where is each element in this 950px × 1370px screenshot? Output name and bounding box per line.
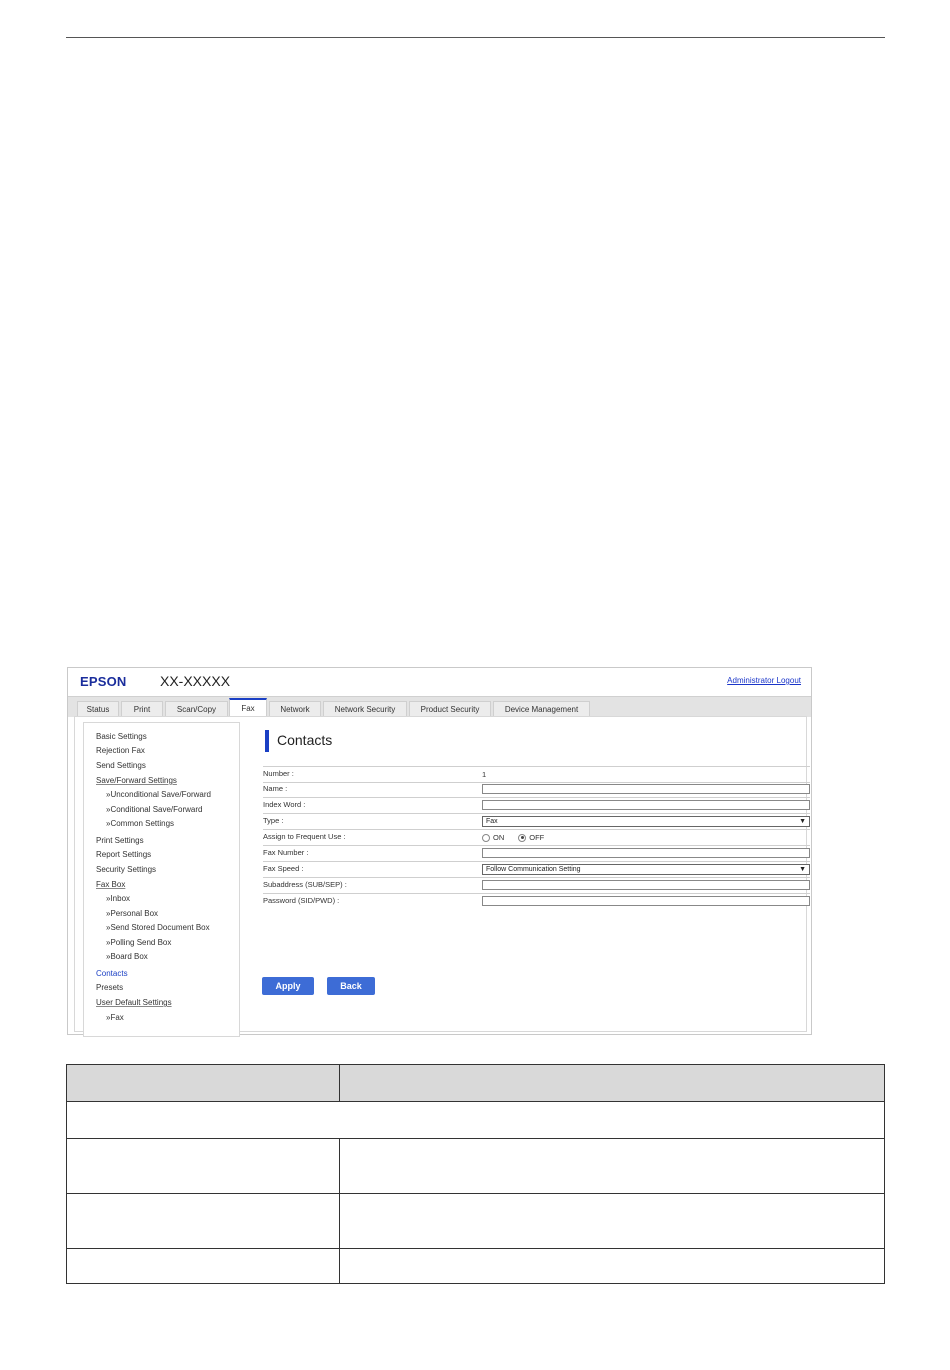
fax-speed-selected-value: Follow Communication Setting [486,866,581,873]
sidebar-item-conditional-save-forward[interactable]: »Conditional Save/Forward [106,805,203,814]
number-label: Number : [263,769,294,778]
tab-network[interactable]: Network [269,701,321,717]
table-header-row [66,1064,885,1102]
sidebar-item-inbox[interactable]: »Inbox [106,894,130,903]
sidebar-item-fax-default[interactable]: »Fax [106,1013,124,1022]
tab-bar: Status Print Scan/Copy Fax Network Netwo… [68,696,811,717]
row-index-word: Index Word : [263,798,810,814]
name-label: Name : [263,784,288,793]
app-header: EPSON XX-XXXXX Administrator Logout [68,668,811,696]
sidebar-item-presets[interactable]: Presets [96,983,123,992]
row-fax-speed: Fax Speed : Follow Communication Setting… [263,862,810,878]
web-config-screenshot: EPSON XX-XXXXX Administrator Logout Stat… [67,667,812,1037]
sidebar-item-security-settings[interactable]: Security Settings [96,865,156,874]
brand-logo: EPSON [80,674,127,689]
number-value: 1 [482,770,487,779]
sidebar-item-contacts[interactable]: Contacts [96,969,128,978]
sidebar-item-common-settings[interactable]: »Common Settings [106,819,174,828]
back-button[interactable]: Back [327,977,375,995]
sidebar-item-basic-settings[interactable]: Basic Settings [96,732,147,741]
table-cell [339,1138,885,1194]
table-cell [66,1193,340,1249]
sidebar: Basic Settings Rejection Fax Send Settin… [83,722,240,1037]
sidebar-heading-save-forward-settings: Save/Forward Settings [96,776,177,785]
frequent-on-radio[interactable] [482,833,490,842]
password-field[interactable] [482,896,810,906]
sidebar-heading-user-default-settings: User Default Settings [96,998,172,1007]
fax-number-label: Fax Number : [263,848,309,857]
table-row [66,1248,885,1284]
type-selected-value: Fax [486,818,498,825]
subaddress-field[interactable] [482,880,810,890]
row-frequent-use: Assign to Frequent Use : ON OFF [263,830,810,846]
table-row [66,1101,885,1139]
fax-number-field[interactable] [482,848,810,858]
sidebar-item-unconditional-save-forward[interactable]: »Unconditional Save/Forward [106,790,211,799]
sidebar-item-print-settings[interactable]: Print Settings [96,836,144,845]
sidebar-heading-fax-box: Fax Box [96,880,126,889]
sidebar-item-polling-send-box[interactable]: »Polling Send Box [106,938,171,947]
page-title: Contacts [277,732,333,748]
fax-speed-select[interactable]: Follow Communication Setting ▼ [482,864,810,875]
sidebar-item-send-settings[interactable]: Send Settings [96,761,146,770]
table-cell [339,1248,885,1284]
row-number: Number : 1 [263,766,810,783]
table-row [66,1138,885,1194]
apply-button[interactable]: Apply [262,977,314,995]
row-type: Type : Fax ▼ [263,814,810,830]
table-header-cell [339,1064,885,1102]
row-password: Password (SID/PWD) : [263,894,810,909]
content-area: Basic Settings Rejection Fax Send Settin… [74,716,810,1037]
tab-product-security[interactable]: Product Security [409,701,491,717]
chevron-down-icon: ▼ [799,818,806,825]
row-fax-number: Fax Number : [263,846,810,862]
type-label: Type : [263,816,284,825]
sidebar-item-board-box[interactable]: »Board Box [106,952,148,961]
sidebar-item-report-settings[interactable]: Report Settings [96,850,151,859]
frequent-on-label: ON [493,833,505,842]
fax-speed-label: Fax Speed : [263,864,304,873]
tab-scan-copy[interactable]: Scan/Copy [165,701,228,717]
tab-fax[interactable]: Fax [229,698,267,717]
tab-network-security[interactable]: Network Security [323,701,407,717]
tab-device-management[interactable]: Device Management [493,701,590,717]
administrator-logout-link[interactable]: Administrator Logout [727,676,801,685]
table-cell [66,1248,340,1284]
type-select[interactable]: Fax ▼ [482,816,810,827]
row-subaddress: Subaddress (SUB/SEP) : [263,878,810,894]
row-name: Name : [263,782,810,798]
frequent-off-radio[interactable] [518,833,527,842]
password-label: Password (SID/PWD) : [263,896,340,905]
frequent-off-label: OFF [529,833,545,842]
tab-status[interactable]: Status [77,701,119,717]
page-top-rule [66,37,885,38]
subaddress-label: Subaddress (SUB/SEP) : [263,880,347,889]
index-word-label: Index Word : [263,800,306,809]
table-header-cell [66,1064,340,1102]
settings-table [66,1064,885,1284]
sidebar-item-send-stored-document-box[interactable]: »Send Stored Document Box [106,923,210,932]
table-cell [66,1138,340,1194]
name-field[interactable] [482,784,810,794]
frequent-use-label: Assign to Frequent Use : [263,832,346,841]
sidebar-item-personal-box[interactable]: »Personal Box [106,909,158,918]
table-cell [66,1101,885,1139]
table-row [66,1193,885,1249]
tab-print[interactable]: Print [121,701,163,717]
title-accent-bar [265,730,269,752]
model-name: XX-XXXXX [160,673,231,689]
frequent-use-radio-group: ON OFF [482,833,558,842]
sidebar-item-rejection-fax[interactable]: Rejection Fax [96,746,145,755]
chevron-down-icon: ▼ [799,866,806,873]
table-cell [339,1193,885,1249]
index-word-field[interactable] [482,800,810,810]
